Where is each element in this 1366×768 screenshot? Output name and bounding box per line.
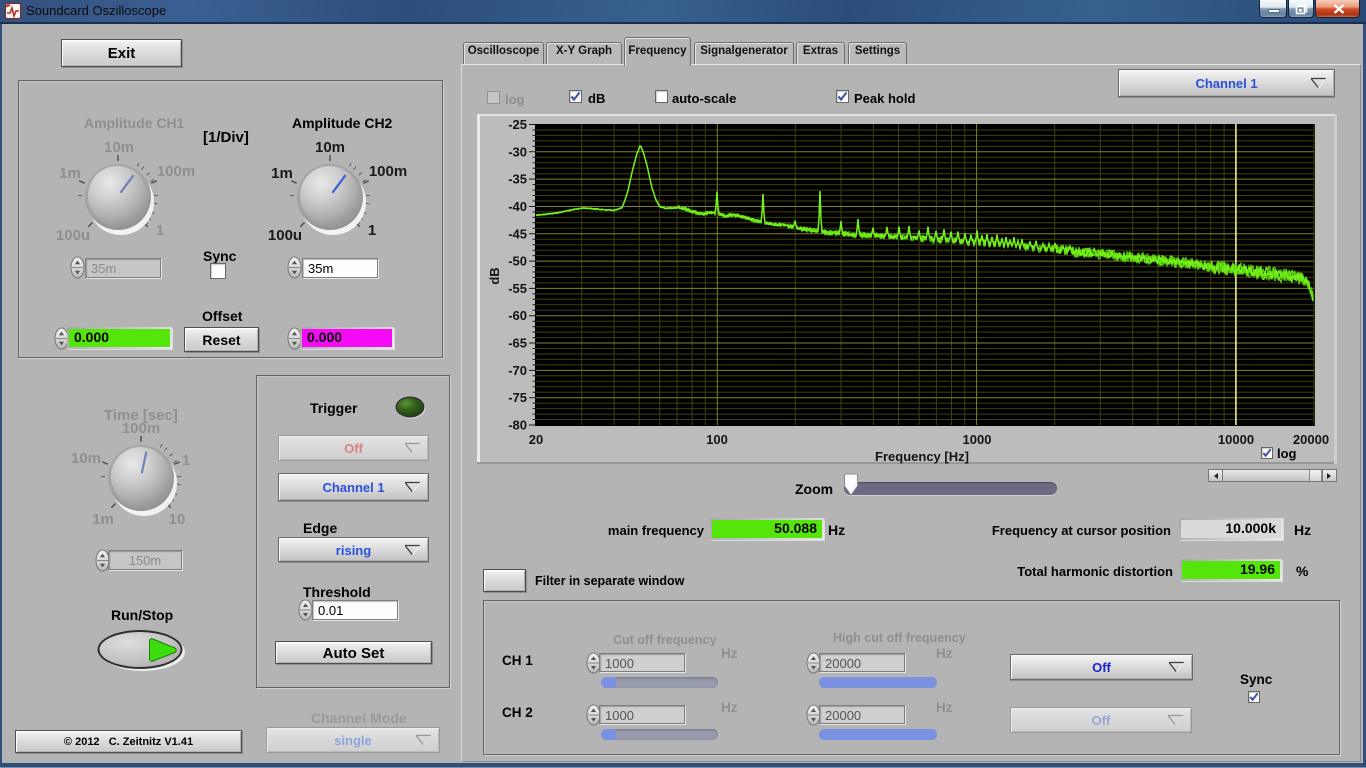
svg-text:-35: -35 <box>508 172 527 187</box>
svg-text:10000: 10000 <box>1218 432 1254 447</box>
svg-text:20000: 20000 <box>1293 432 1329 447</box>
svg-text:-70: -70 <box>508 363 527 378</box>
svg-text:Frequency [Hz]: Frequency [Hz] <box>875 449 969 464</box>
svg-text:-25: -25 <box>508 117 527 132</box>
svg-text:-80: -80 <box>508 418 527 433</box>
svg-text:-55: -55 <box>508 281 527 296</box>
svg-text:-65: -65 <box>508 336 527 351</box>
svg-text:-30: -30 <box>508 144 527 159</box>
svg-text:20: 20 <box>529 432 543 447</box>
svg-text:-40: -40 <box>508 199 527 214</box>
svg-text:-75: -75 <box>508 390 527 405</box>
svg-text:dB: dB <box>487 267 502 284</box>
svg-text:-50: -50 <box>508 254 527 269</box>
svg-text:-45: -45 <box>508 226 527 241</box>
svg-text:100: 100 <box>706 432 728 447</box>
svg-text:1000: 1000 <box>963 432 992 447</box>
svg-text:-60: -60 <box>508 308 527 323</box>
